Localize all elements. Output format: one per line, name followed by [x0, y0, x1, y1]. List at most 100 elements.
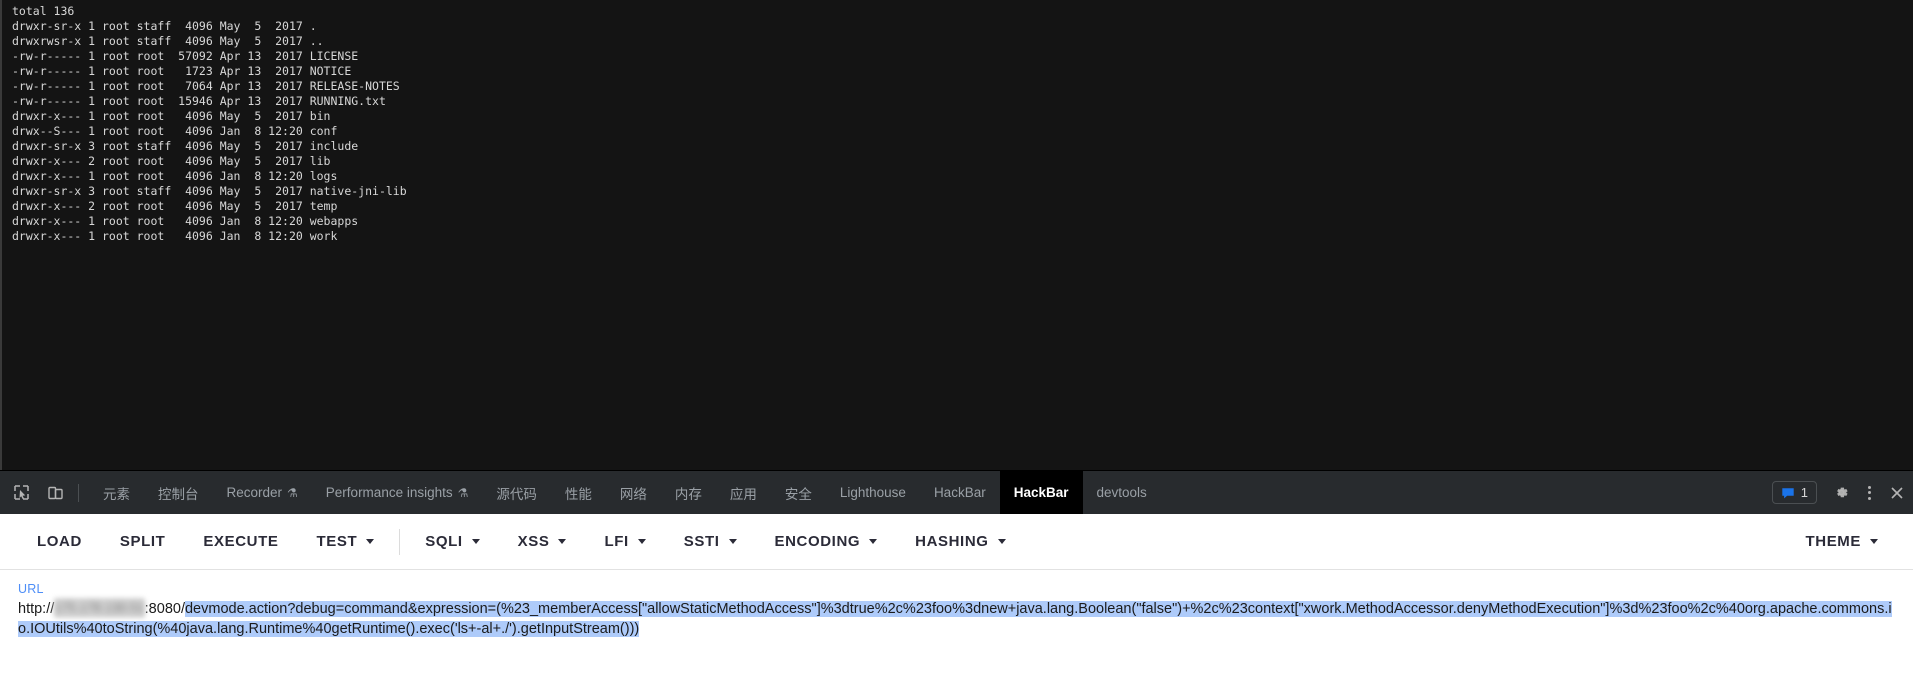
devtools-tab-label: HackBar	[1013, 485, 1069, 500]
chevron-down-icon	[1870, 539, 1878, 544]
hackbar-button[interactable]: XSS	[499, 522, 586, 562]
hackbar-button-label: HASHING	[915, 533, 989, 550]
devtools-tab[interactable]: devtools	[1083, 471, 1161, 514]
terminal-line: drwxr-x--- 1 root root 4096 Jan 8 12:20 …	[12, 169, 338, 183]
terminal-line: drwxr-x--- 1 root root 4096 May 5 2017 b…	[12, 109, 331, 123]
hackbar-toolbar: LOAD SPLIT EXECUTE TEST SQLI XSS LFI SSTI ENCODI…	[0, 514, 1913, 570]
devtools-tab[interactable]: 性能	[551, 471, 606, 514]
devtools-tab[interactable]: 网络	[606, 471, 661, 514]
chevron-down-icon	[471, 539, 480, 544]
url-port-path: :8080/	[144, 601, 185, 617]
devtools-tab-label: 网络	[619, 486, 647, 502]
terminal-line: drwxr-x--- 1 root root 4096 Jan 8 12:20 …	[12, 229, 338, 243]
devtools-tab-bar: 元素 控制台 Recorder ⚗ Performance insights ⚗ 源代码 性能…	[0, 470, 1913, 514]
terminal-line: -rw-r----- 1 root root 57092 Apr 13 2017…	[12, 49, 359, 63]
devtools-tab-label: 控制台	[158, 486, 199, 502]
devtools-tab[interactable]: 源代码	[482, 471, 551, 514]
terminal-line: drwxr-sr-x 3 root staff 4096 May 5 2017 …	[12, 184, 407, 198]
devtools-tab-label: 应用	[729, 486, 757, 502]
devtools-tab[interactable]: Performance insights ⚗	[312, 471, 483, 514]
devtools-tab[interactable]: 安全	[771, 471, 826, 514]
hackbar-button-label: TEST	[316, 533, 358, 550]
devtools-tab-label: devtools	[1096, 485, 1147, 500]
url-field-label: URL	[18, 582, 44, 596]
devtools-tabs: 元素 控制台 Recorder ⚗ Performance insights ⚗ 源代码 性能…	[89, 471, 1161, 514]
hackbar-button[interactable]: SSTI	[665, 522, 756, 562]
terminal-line: total 136	[12, 4, 75, 18]
devtools-tab-label: 源代码	[496, 486, 537, 502]
message-bubble-icon	[1782, 487, 1794, 498]
inspect-element-icon[interactable]	[8, 480, 34, 506]
hackbar-button[interactable]: TEST	[297, 522, 393, 562]
redacted-host: 175.178.130.51	[54, 598, 145, 619]
experiment-flask-icon: ⚗	[287, 485, 298, 500]
terminal-lines: total 136 drwxr-sr-x 1 root staff 4096 Ma…	[2, 0, 1913, 244]
devtools-tab[interactable]: 内存	[661, 471, 716, 514]
terminal-line: drwxr-sr-x 1 root staff 4096 May 5 2017 …	[12, 19, 317, 33]
devtools-tab[interactable]: Lighthouse	[826, 471, 920, 514]
terminal-line: -rw-r----- 1 root root 7064 Apr 13 2017 …	[12, 79, 400, 93]
url-selected-payload: devmode.action?debug=command&expression=…	[18, 601, 1892, 638]
hackbar-button[interactable]: EXECUTE	[184, 522, 297, 562]
hackbar-button[interactable]: ENCODING	[756, 522, 897, 562]
devtools-tab[interactable]: HackBar	[920, 471, 1000, 514]
devtools-tab-label: 元素	[103, 486, 130, 502]
terminal-line: -rw-r----- 1 root root 15946 Apr 13 2017…	[12, 94, 386, 108]
hackbar-button[interactable]: LFI	[585, 522, 664, 562]
devtools-tab[interactable]: 控制台	[144, 471, 213, 514]
hackbar-button-label: XSS	[517, 533, 550, 550]
theme-button[interactable]: THEME	[1787, 522, 1898, 562]
message-count: 1	[1800, 485, 1808, 500]
hackbar-toolbar-right: THEME	[1787, 522, 1913, 562]
hackbar-button[interactable]: SPLIT	[101, 522, 185, 562]
terminal-output-panel: total 136 drwxr-sr-x 1 root staff 4096 Ma…	[0, 0, 1913, 470]
console-message-badge[interactable]: 1	[1771, 481, 1817, 504]
devtools-tab-label: 内存	[674, 486, 702, 502]
close-icon[interactable]	[1883, 479, 1911, 507]
devtools-tab-label: HackBar	[933, 485, 986, 500]
devtools-tab-label: Lighthouse	[839, 485, 906, 500]
hackbar-button-label: SSTI	[683, 533, 720, 550]
hackbar-button[interactable]: LOAD	[18, 522, 101, 562]
experiment-flask-icon: ⚗	[457, 485, 469, 500]
url-panel: URL http://175.178.130.51:8080/devmode.a…	[0, 570, 1913, 683]
devtools-tab-label: Performance insights	[325, 485, 453, 500]
gear-icon[interactable]	[1827, 479, 1855, 507]
devtools-toolbar-right: 1	[1771, 479, 1913, 507]
chevron-down-icon	[728, 539, 737, 544]
terminal-line: drwxr-x--- 2 root root 4096 May 5 2017 l…	[12, 154, 331, 168]
device-toolbar-icon[interactable]	[42, 480, 68, 506]
hackbar-button-label: SPLIT	[119, 533, 166, 550]
hackbar-button-label: LOAD	[37, 533, 82, 550]
chevron-down-icon	[637, 539, 646, 544]
more-options-icon[interactable]	[1855, 479, 1883, 507]
hackbar-button-label: SQLI	[425, 533, 463, 550]
devtools-tab[interactable]: 应用	[716, 471, 771, 514]
hackbar-button-label: EXECUTE	[203, 533, 279, 550]
devtools-tab[interactable]: Recorder ⚗	[213, 471, 312, 514]
hackbar-button[interactable]: HASHING	[896, 522, 1024, 562]
hackbar-button-label: ENCODING	[774, 533, 861, 550]
terminal-line: drwxr-sr-x 3 root staff 4096 May 5 2017 …	[12, 139, 359, 153]
devtools-tab-label: Recorder	[226, 485, 283, 500]
terminal-line: drwx--S--- 1 root root 4096 Jan 8 12:20 …	[12, 124, 338, 138]
devtools-tab-label: 安全	[784, 486, 812, 502]
devtools-tab[interactable]: HackBar	[999, 471, 1083, 514]
url-input[interactable]: http://175.178.130.51:8080/devmode.actio…	[18, 598, 1895, 639]
chevron-down-icon	[997, 539, 1006, 544]
hackbar-button[interactable]: SQLI	[406, 522, 498, 562]
chevron-down-icon	[366, 539, 375, 544]
url-scheme: http://	[18, 601, 55, 617]
theme-button-label: THEME	[1805, 533, 1861, 550]
redacted-host-text: 175.178.130.51	[54, 600, 145, 616]
devtools-tab-label: 性能	[564, 486, 592, 502]
terminal-line: -rw-r----- 1 root root 1723 Apr 13 2017 …	[12, 64, 352, 78]
terminal-line: drwxr-x--- 2 root root 4096 May 5 2017 t…	[12, 199, 338, 213]
hackbar-button-label: LFI	[604, 533, 629, 550]
chevron-down-icon	[869, 539, 878, 544]
terminal-line: drwxr-x--- 1 root root 4096 Jan 8 12:20 …	[12, 214, 359, 228]
devtools-tab[interactable]: 元素	[89, 471, 144, 514]
toolbar-divider	[399, 528, 401, 555]
hackbar-button-group: LOAD SPLIT EXECUTE TEST SQLI XSS LFI SSTI ENCODI…	[0, 522, 1025, 562]
terminal-line: drwxrwsr-x 1 root staff 4096 May 5 2017 …	[12, 34, 324, 48]
